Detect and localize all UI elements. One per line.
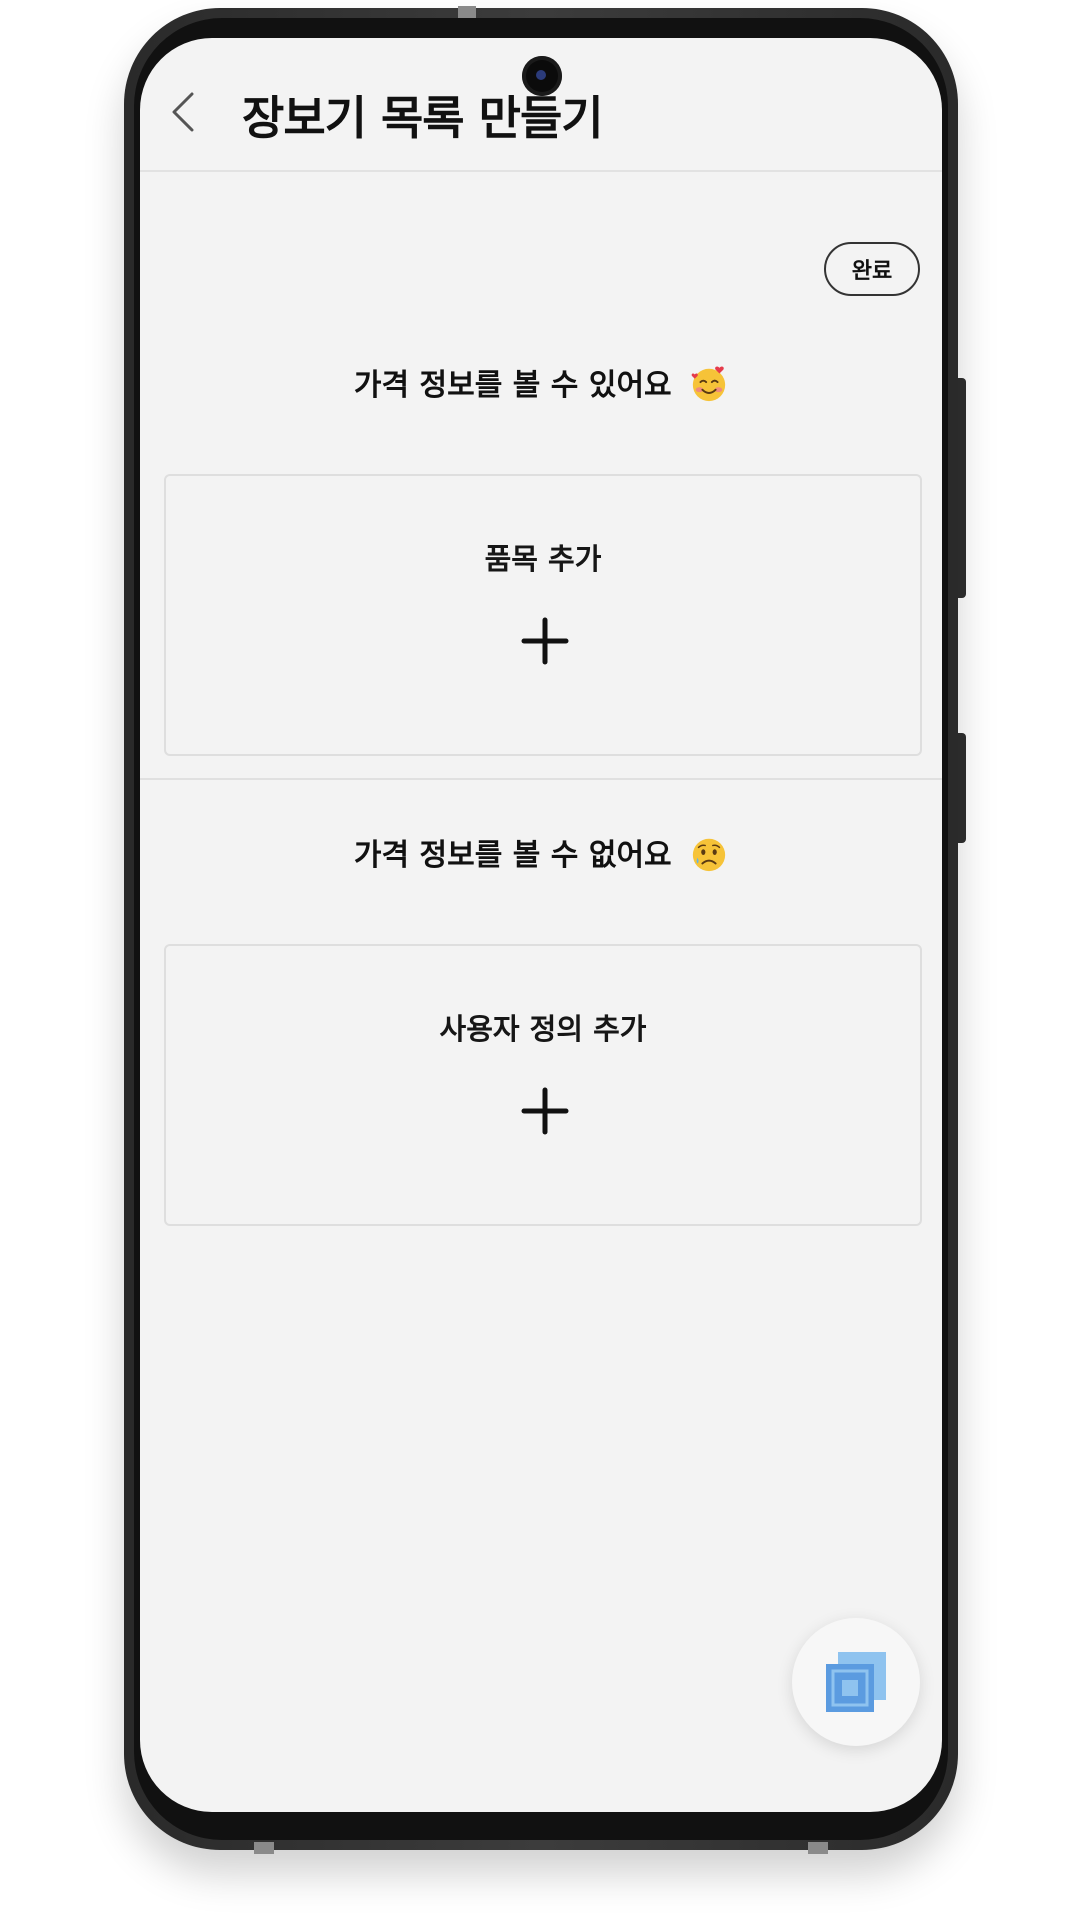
add-custom-label: 사용자 정의 추가 xyxy=(439,1012,647,1046)
frame-notch xyxy=(808,1842,828,1854)
frame-notch xyxy=(254,1842,274,1854)
add-item-label: 품목 추가 xyxy=(484,542,602,576)
front-camera xyxy=(522,56,562,96)
section-heading-without-price: 가격 정보를 볼 수 없어요 xyxy=(140,830,942,874)
floating-action-button[interactable] xyxy=(792,1618,920,1746)
app-screen: 장보기 목록 만들기 완료 가격 정보를 볼 수 있어요 품목 추가 가격 정보… xyxy=(140,38,942,1812)
back-button[interactable] xyxy=(152,82,212,142)
overlapping-squares-icon xyxy=(826,1652,886,1712)
section-heading-text: 가격 정보를 볼 수 없어요 xyxy=(353,838,672,873)
add-item-card[interactable]: 품목 추가 xyxy=(164,474,922,756)
chevron-left-icon xyxy=(172,92,194,132)
done-button[interactable]: 완료 xyxy=(824,242,920,296)
plus-icon xyxy=(521,617,569,665)
section-divider xyxy=(140,778,942,780)
section-heading-text: 가격 정보를 볼 수 있어요 xyxy=(353,368,672,403)
sad-face-icon xyxy=(692,838,726,871)
smiling-face-with-hearts-icon xyxy=(691,365,726,401)
volume-button xyxy=(958,733,966,843)
power-button xyxy=(958,378,966,598)
frame-notch xyxy=(458,6,476,18)
plus-icon xyxy=(521,1087,569,1135)
section-heading-with-price: 가격 정보를 볼 수 있어요 xyxy=(140,360,942,404)
add-custom-card[interactable]: 사용자 정의 추가 xyxy=(164,944,922,1226)
